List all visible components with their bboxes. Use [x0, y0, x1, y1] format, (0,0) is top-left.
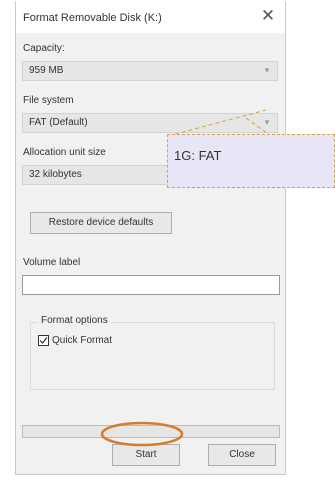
volume-label-label: Volume label: [23, 257, 81, 268]
capacity-select[interactable]: 959 MB ▾: [22, 61, 278, 81]
format-options-title: Format options: [38, 315, 111, 326]
window-title: Format Removable Disk (K:): [23, 12, 162, 24]
file-system-label: File system: [23, 95, 74, 106]
capacity-value: 959 MB: [29, 65, 64, 76]
title-bar: Format Removable Disk (K:) ✕: [16, 1, 285, 33]
annotation-callout: 1G: FAT: [167, 134, 335, 188]
quick-format-label[interactable]: Quick Format: [52, 335, 112, 346]
start-highlight-ellipse: [100, 421, 184, 447]
allocation-unit-label: Allocation unit size: [23, 147, 106, 158]
allocation-unit-value: 32 kilobytes: [29, 169, 82, 180]
close-icon[interactable]: ✕: [259, 6, 277, 26]
file-system-value: FAT (Default): [29, 117, 88, 128]
restore-defaults-button[interactable]: Restore device defaults: [30, 212, 172, 234]
capacity-label: Capacity:: [23, 43, 65, 54]
checkmark-icon: [39, 337, 48, 344]
format-options-group: [30, 322, 275, 390]
annotation-text: 1G: FAT: [174, 148, 222, 163]
close-button[interactable]: Close: [208, 444, 276, 466]
format-dialog: Format Removable Disk (K:) ✕ Capacity: 9…: [15, 1, 286, 475]
chevron-down-icon: ▾: [264, 65, 270, 75]
volume-label-input[interactable]: [22, 275, 280, 295]
quick-format-checkbox[interactable]: [38, 335, 49, 346]
